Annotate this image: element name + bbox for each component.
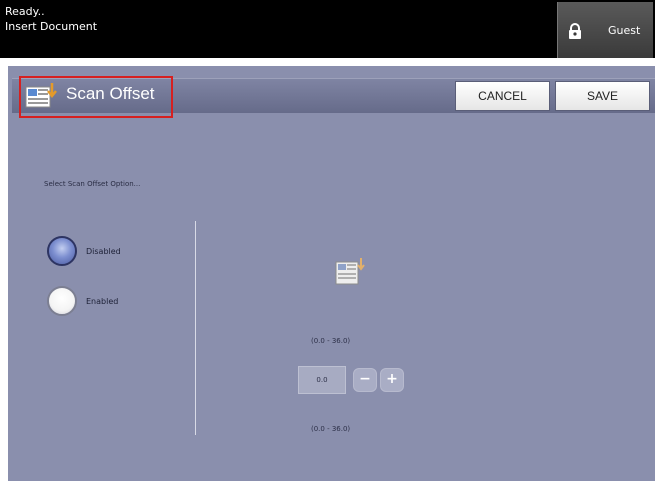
save-button[interactable]: SAVE bbox=[555, 81, 650, 111]
guest-label: Guest bbox=[608, 24, 641, 37]
range-label-top: (0.0 - 36.0) bbox=[311, 337, 351, 345]
enabled-radio[interactable] bbox=[47, 286, 77, 316]
main-panel bbox=[8, 66, 655, 481]
status-insert-document: Insert Document bbox=[5, 20, 98, 33]
increment-button[interactable]: + bbox=[380, 368, 404, 392]
lock-icon bbox=[569, 23, 581, 39]
disabled-radio[interactable] bbox=[47, 236, 77, 266]
offset-value-field[interactable]: 0.0 bbox=[298, 366, 346, 394]
divider bbox=[195, 221, 196, 435]
scan-offset-document-icon bbox=[335, 258, 365, 285]
guest-login-button[interactable]: Guest bbox=[557, 2, 653, 58]
machine-status: Ready.. Insert Document bbox=[5, 4, 97, 34]
enabled-label[interactable]: Enabled bbox=[86, 297, 118, 306]
top-status-bar: Ready.. Insert Document Guest bbox=[0, 0, 655, 58]
range-label-bottom: (0.0 - 36.0) bbox=[311, 425, 351, 433]
page-title: Scan Offset bbox=[66, 84, 155, 103]
disabled-label[interactable]: Disabled bbox=[86, 247, 121, 256]
option-prompt: Select Scan Offset Option... bbox=[44, 180, 141, 188]
decrement-button[interactable]: − bbox=[353, 368, 377, 392]
status-ready: Ready.. bbox=[5, 5, 45, 18]
scan-document-icon bbox=[25, 83, 57, 108]
cancel-button[interactable]: CANCEL bbox=[455, 81, 550, 111]
